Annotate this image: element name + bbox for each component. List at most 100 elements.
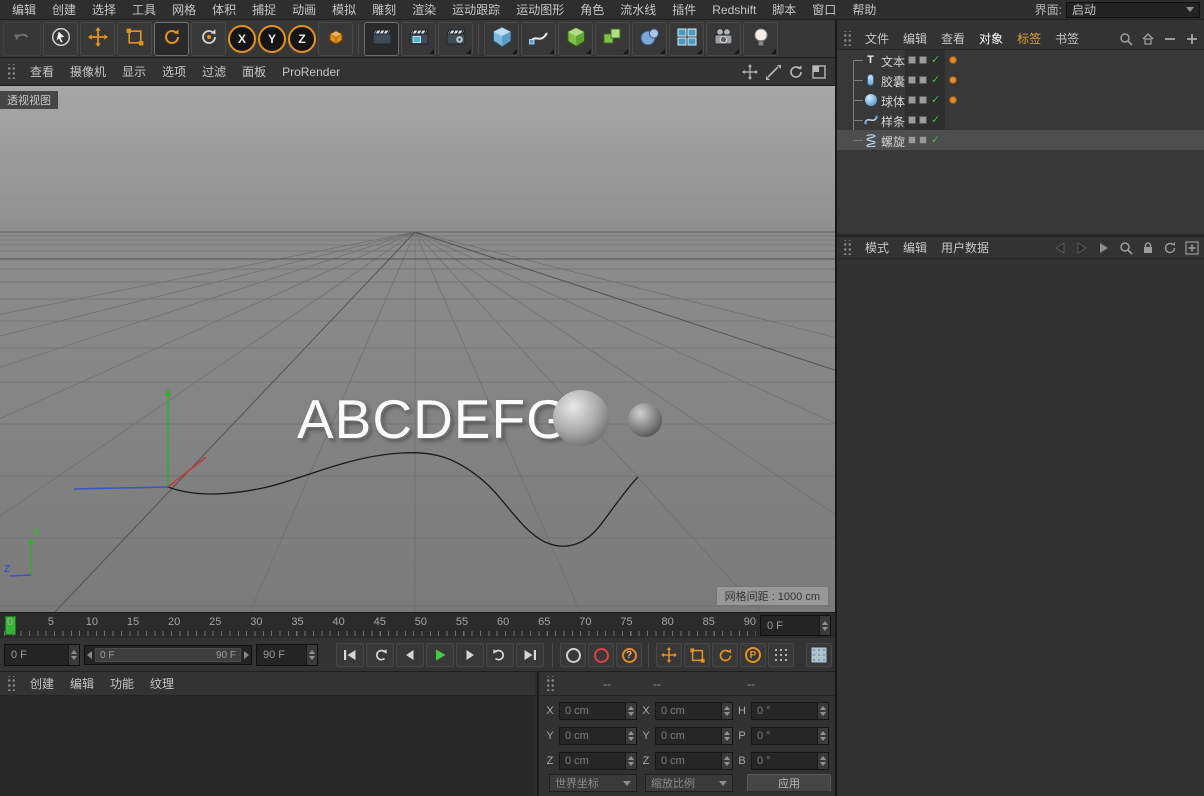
search-icon[interactable] xyxy=(1117,30,1135,48)
sphere-object[interactable] xyxy=(553,390,609,446)
rot-p-field[interactable]: 0 ° xyxy=(751,727,829,745)
size-z-field[interactable]: 0 cm xyxy=(655,752,733,770)
array-generator-button[interactable] xyxy=(595,22,630,56)
last-tool-button[interactable] xyxy=(191,22,226,56)
stepper-control[interactable] xyxy=(721,703,732,719)
menu-item-animate[interactable]: 动画 xyxy=(284,0,324,19)
attribute-manager-body[interactable] xyxy=(837,260,1204,796)
pos-x-field[interactable]: 0 cm xyxy=(559,702,637,720)
play-forwards-button[interactable] xyxy=(486,643,514,667)
frame-spinner-field[interactable]: 0 F xyxy=(760,615,831,636)
range-right-arrow-icon[interactable] xyxy=(244,651,249,659)
enabled-check-icon[interactable]: ✓ xyxy=(931,53,940,66)
object-row-sphere[interactable]: 球体 ✓ xyxy=(837,90,1204,110)
object-row-capsule[interactable]: 胶囊 ✓ xyxy=(837,70,1204,90)
play-button[interactable] xyxy=(426,643,454,667)
phong-tag-icon[interactable] xyxy=(949,76,957,84)
phong-tag-icon[interactable] xyxy=(949,96,957,104)
rot-b-field[interactable]: 0 ° xyxy=(751,752,829,770)
object-row-spline[interactable]: 样条 ✓ xyxy=(837,110,1204,130)
menu-item-snap[interactable]: 捕捉 xyxy=(244,0,284,19)
volume-generator-button[interactable] xyxy=(632,22,667,56)
coordinate-system-dropdown[interactable]: 世界坐标 xyxy=(549,774,637,792)
live-selection-tool[interactable] xyxy=(43,22,78,56)
menu-item-window[interactable]: 窗口 xyxy=(804,0,844,19)
om-menu-view[interactable]: 查看 xyxy=(934,29,972,48)
key-pla-toggle[interactable] xyxy=(768,643,794,667)
autokey-button[interactable] xyxy=(588,643,614,667)
timeline-ruler[interactable]: 0 5 10 15 20 25 30 35 40 45 50 55 60 65 … xyxy=(0,612,835,638)
panel-grip-icon[interactable] xyxy=(842,240,851,255)
render-visibility-toggle[interactable] xyxy=(919,136,927,144)
keying-help-button[interactable]: ? xyxy=(616,643,642,667)
am-menu-edit[interactable]: 编辑 xyxy=(896,238,934,257)
mograph-cloner-button[interactable] xyxy=(669,22,704,56)
record-keyframe-button[interactable] xyxy=(560,643,586,667)
rotate-tool[interactable] xyxy=(154,22,189,56)
view-menu-prorender[interactable]: ProRender xyxy=(274,64,348,80)
pos-z-field[interactable]: 0 cm xyxy=(559,752,637,770)
search-icon[interactable] xyxy=(1117,239,1135,257)
panel-grip-icon[interactable] xyxy=(6,676,15,691)
menu-item-render[interactable]: 渲染 xyxy=(404,0,444,19)
object-row-helix[interactable]: 螺旋 ✓ xyxy=(837,130,1204,150)
stepper-control[interactable] xyxy=(817,728,828,744)
move-tool[interactable] xyxy=(80,22,115,56)
menu-item-tools[interactable]: 工具 xyxy=(124,0,164,19)
panel-grip-icon[interactable] xyxy=(842,31,851,46)
pan-view-icon[interactable] xyxy=(740,62,760,82)
collapse-icon[interactable] xyxy=(1161,30,1179,48)
editor-visibility-toggle[interactable] xyxy=(908,96,916,104)
stepper-control[interactable] xyxy=(625,728,636,744)
light-button[interactable] xyxy=(743,22,778,56)
panel-grip-icon[interactable] xyxy=(545,676,554,691)
view-menu-display[interactable]: 显示 xyxy=(114,62,154,81)
menu-item-motion-tracker[interactable]: 运动跟踪 xyxy=(444,0,508,19)
stepper-control[interactable] xyxy=(817,753,828,769)
previous-frame-button[interactable] xyxy=(396,643,424,667)
undo-button[interactable] xyxy=(3,22,41,56)
render-view-button[interactable] xyxy=(364,22,399,56)
key-parameter-toggle[interactable]: P xyxy=(740,643,766,667)
render-picture-viewer-button[interactable] xyxy=(401,22,436,56)
goto-start-button[interactable] xyxy=(336,643,364,667)
stepper-control[interactable] xyxy=(817,703,828,719)
expand-icon[interactable] xyxy=(1183,30,1201,48)
render-visibility-toggle[interactable] xyxy=(919,76,927,84)
size-y-field[interactable]: 0 cm xyxy=(655,727,733,745)
menu-item-help[interactable]: 帮助 xyxy=(844,0,884,19)
text-object[interactable]: ABCDEFG xyxy=(297,387,570,451)
editor-visibility-toggle[interactable] xyxy=(908,76,916,84)
menu-item-volume[interactable]: 体积 xyxy=(204,0,244,19)
stepper-control[interactable] xyxy=(625,703,636,719)
size-x-field[interactable]: 0 cm xyxy=(655,702,733,720)
history-icon[interactable] xyxy=(1161,239,1179,257)
primitive-cube-button[interactable] xyxy=(484,22,519,56)
view-menu-panel[interactable]: 面板 xyxy=(234,62,274,81)
editor-visibility-toggle[interactable] xyxy=(908,56,916,64)
zoom-view-icon[interactable] xyxy=(763,62,783,82)
render-visibility-toggle[interactable] xyxy=(919,56,927,64)
axis-x-lock-button[interactable]: X xyxy=(228,25,256,53)
om-menu-objects[interactable]: 对象 xyxy=(972,29,1010,48)
axis-y-lock-button[interactable]: Y xyxy=(258,25,286,53)
spline-pen-button[interactable] xyxy=(521,22,556,56)
menu-item-plugins[interactable]: 插件 xyxy=(664,0,704,19)
subdivision-surface-button[interactable] xyxy=(558,22,593,56)
render-visibility-toggle[interactable] xyxy=(919,96,927,104)
om-menu-file[interactable]: 文件 xyxy=(858,29,896,48)
menu-item-redshift[interactable]: Redshift xyxy=(704,2,764,18)
toggle-view-icon[interactable] xyxy=(809,62,829,82)
range-bar[interactable]: 0 F 90 F xyxy=(95,648,241,662)
view-menu-view[interactable]: 查看 xyxy=(22,62,62,81)
pos-y-field[interactable]: 0 cm xyxy=(559,727,637,745)
perspective-viewport[interactable]: 透视视图 ABCDEFG Y Z 网格间距 : 1000 cm xyxy=(0,86,835,612)
object-name[interactable]: 胶囊 xyxy=(881,73,905,90)
stepper-control[interactable] xyxy=(625,753,636,769)
viewport-label[interactable]: 透视视图 xyxy=(0,91,58,109)
filter-icon[interactable] xyxy=(1095,239,1113,257)
menu-item-pipeline[interactable]: 流水线 xyxy=(612,0,664,19)
enabled-check-icon[interactable]: ✓ xyxy=(931,113,940,126)
enabled-check-icon[interactable]: ✓ xyxy=(931,73,940,86)
end-frame-field[interactable]: 90 F xyxy=(256,644,318,666)
